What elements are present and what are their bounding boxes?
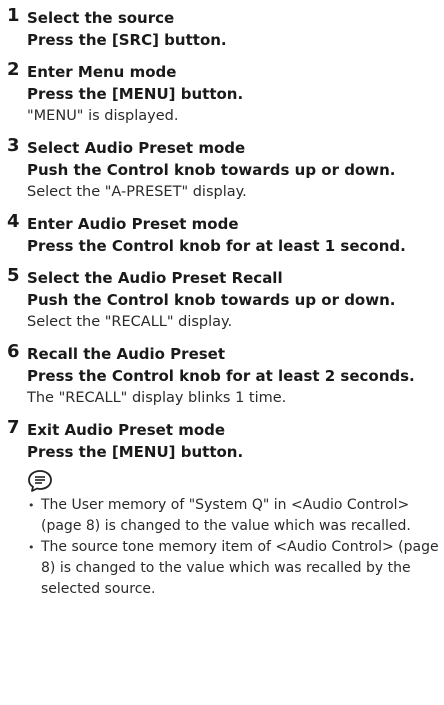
step-5: 5 Select the Audio Preset Recall Push th… bbox=[7, 265, 444, 333]
step-action: Press the Control knob for at least 1 se… bbox=[27, 237, 406, 255]
step-number: 4 bbox=[7, 211, 20, 232]
step-number: 3 bbox=[7, 135, 20, 156]
notes-list: The User memory of "System Q" in <Audio … bbox=[27, 495, 444, 600]
step-4: 4 Enter Audio Preset mode Press the Cont… bbox=[7, 211, 444, 257]
note-text: The User memory of "System Q" in <Audio … bbox=[41, 497, 410, 513]
step-number: 6 bbox=[7, 341, 20, 362]
step-note: Select the "RECALL" display. bbox=[27, 314, 233, 330]
step-title: Select Audio Preset mode bbox=[27, 139, 246, 157]
step-action: Press the Control knob for at least 2 se… bbox=[27, 367, 415, 385]
step-number: 7 bbox=[7, 417, 20, 438]
step-action: Press the [SRC] button. bbox=[27, 31, 227, 49]
step-title: Enter Audio Preset mode bbox=[27, 215, 239, 233]
step-6: 6 Recall the Audio Preset Press the Cont… bbox=[7, 341, 444, 409]
step-3: 3 Select Audio Preset mode Push the Cont… bbox=[7, 135, 444, 203]
step-number: 2 bbox=[7, 59, 20, 80]
step-action: Press the [MENU] button. bbox=[27, 85, 244, 103]
step-action: Push the Control knob towards up or down… bbox=[27, 161, 396, 179]
step-note: The "RECALL" display blinks 1 time. bbox=[27, 390, 287, 406]
step-7: 7 Exit Audio Preset mode Press the [MENU… bbox=[7, 417, 444, 463]
instruction-page: 1 Select the source Press the [SRC] butt… bbox=[7, 5, 444, 600]
step-note: Select the "A-PRESET" display. bbox=[27, 184, 247, 200]
note-bullet: The source tone memory item of <Audio Co… bbox=[27, 537, 444, 600]
note-text: (page 8) is changed to the value which w… bbox=[41, 518, 411, 534]
step-1: 1 Select the source Press the [SRC] butt… bbox=[7, 5, 444, 51]
step-title: Exit Audio Preset mode bbox=[27, 421, 226, 439]
step-title: Recall the Audio Preset bbox=[27, 345, 226, 363]
note-icon bbox=[28, 470, 52, 492]
step-action: Press the [MENU] button. bbox=[27, 443, 244, 461]
step-note: "MENU" is displayed. bbox=[27, 108, 179, 124]
note-text: selected source. bbox=[41, 581, 156, 597]
step-title: Enter Menu mode bbox=[27, 63, 177, 81]
notes-block: The User memory of "System Q" in <Audio … bbox=[7, 469, 444, 600]
note-bullet: The User memory of "System Q" in <Audio … bbox=[27, 495, 444, 537]
step-title: Select the Audio Preset Recall bbox=[27, 269, 283, 287]
step-title: Select the source bbox=[27, 9, 175, 27]
step-2: 2 Enter Menu mode Press the [MENU] butto… bbox=[7, 59, 444, 127]
note-text: The source tone memory item of <Audio Co… bbox=[41, 539, 439, 555]
note-text: 8) is changed to the value which was rec… bbox=[41, 560, 411, 576]
step-number: 5 bbox=[7, 265, 20, 286]
step-action: Push the Control knob towards up or down… bbox=[27, 291, 396, 309]
step-number: 1 bbox=[7, 5, 20, 26]
